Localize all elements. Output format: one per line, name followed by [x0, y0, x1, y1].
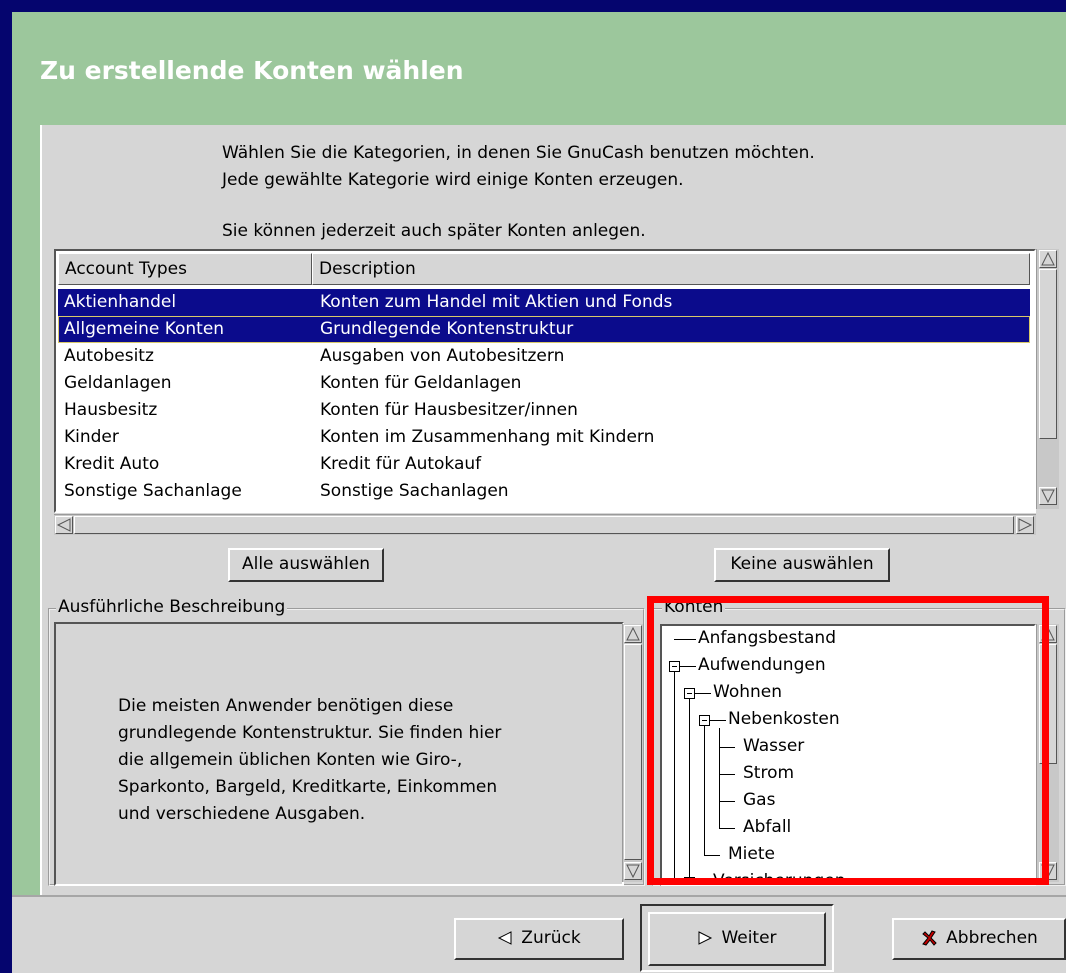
- scroll-up-arrow-icon[interactable]: [1039, 625, 1057, 643]
- tree-line: [695, 693, 711, 694]
- next-button-label: Weiter: [721, 928, 777, 948]
- scroll-thumb[interactable]: [1039, 644, 1057, 764]
- tree-line: [680, 666, 696, 667]
- scroll-right-arrow-icon[interactable]: [1016, 516, 1034, 534]
- back-arrow-icon: [498, 931, 512, 945]
- collapse-aufwendungen-icon[interactable]: [669, 661, 680, 672]
- cancel-button[interactable]: Abbrechen: [892, 918, 1066, 960]
- description-line: und verschiedene Ausgaben.: [118, 804, 366, 824]
- scroll-up-arrow-icon[interactable]: [624, 625, 642, 643]
- row-type: Kinder: [64, 427, 119, 447]
- collapse-nebenkosten-icon[interactable]: [699, 715, 710, 726]
- select-all-button[interactable]: Alle auswählen: [228, 548, 384, 582]
- tree-line: [710, 720, 726, 721]
- intro-line-2: Jede gewählte Kategorie wird einige Kont…: [222, 170, 684, 190]
- druid-window: Zu erstellende Konten wählen Wählen Sie …: [12, 12, 1066, 973]
- cancel-x-icon: [922, 930, 937, 946]
- row-type: Hausbesitz: [64, 400, 158, 420]
- intro-line-1: Wählen Sie die Kategorien, in denen Sie …: [222, 143, 815, 163]
- description-line: Die meisten Anwender benötigen diese: [118, 696, 454, 716]
- list-row-kredit-auto[interactable]: Kredit Auto Kredit für Autokauf: [58, 451, 1030, 478]
- description-line: die allgemein üblichen Konten wie Giro-,: [118, 750, 463, 770]
- tree-line: [719, 747, 735, 748]
- list-row-kinder[interactable]: Kinder Konten im Zusammenhang mit Kinder…: [58, 424, 1030, 451]
- row-desc: Grundlegende Kontenstruktur: [320, 319, 574, 339]
- list-row-allgemeine-konten[interactable]: Allgemeine Konten Grundlegende Kontenstr…: [58, 316, 1030, 343]
- description-scrollbar[interactable]: [622, 624, 643, 882]
- tree-line: [719, 801, 735, 802]
- list-horizontal-scrollbar[interactable]: [54, 514, 1036, 535]
- list-row-geldanlagen[interactable]: Geldanlagen Konten für Geldanlagen: [58, 370, 1030, 397]
- expand-versicherungen-icon[interactable]: [684, 877, 695, 884]
- tree-line: [689, 693, 690, 884]
- tree-item-strom[interactable]: Strom: [743, 763, 794, 783]
- row-type: Autobesitz: [64, 346, 154, 366]
- list-row-hausbesitz[interactable]: Hausbesitz Konten für Hausbesitzer/innen: [58, 397, 1030, 424]
- row-desc: Kredit für Autokauf: [320, 454, 482, 474]
- scroll-up-arrow-icon[interactable]: [1039, 250, 1057, 268]
- scroll-thumb[interactable]: [1039, 269, 1057, 439]
- tree-item-wohnen[interactable]: Wohnen: [713, 682, 782, 702]
- cancel-button-label: Abbrechen: [946, 928, 1038, 948]
- scroll-down-arrow-icon[interactable]: [1039, 487, 1057, 505]
- description-group-label: Ausführliche Beschreibung: [56, 597, 288, 617]
- account-types-list[interactable]: Account Types Description Aktienhandel K…: [54, 249, 1036, 513]
- tree-line: [719, 828, 735, 829]
- tree-item-abfall[interactable]: Abfall: [743, 817, 791, 837]
- page-title: Zu erstellende Konten wählen: [40, 56, 464, 85]
- druid-header: Zu erstellende Konten wählen: [12, 12, 1066, 125]
- select-none-button[interactable]: Keine auswählen: [714, 548, 890, 582]
- tree-line: [674, 639, 696, 640]
- tree-line: [704, 720, 705, 856]
- row-desc: Ausgaben von Autobesitzern: [320, 346, 565, 366]
- tree-item-nebenkosten[interactable]: Nebenkosten: [728, 709, 840, 729]
- list-vertical-scrollbar[interactable]: [1036, 249, 1059, 509]
- intro-line-3: Sie können jederzeit auch später Konten …: [222, 221, 646, 241]
- scroll-thumb[interactable]: [624, 644, 642, 860]
- accounts-tree[interactable]: Anfangsbestand Aufwendungen Wohnen Neben…: [660, 624, 1036, 886]
- column-header-description[interactable]: Description: [312, 253, 1030, 285]
- forward-arrow-icon: [698, 931, 713, 945]
- list-row-aktienhandel[interactable]: Aktienhandel Konten zum Handel mit Aktie…: [58, 289, 1030, 316]
- description-line: Sparkonto, Bargeld, Kreditkarte, Einkomm…: [118, 777, 498, 797]
- tree-item-gas[interactable]: Gas: [743, 790, 775, 810]
- tree-item-versicherungen[interactable]: Versicherungen: [713, 871, 845, 884]
- description-line: grundlegende Kontenstruktur. Sie finden …: [118, 723, 502, 743]
- row-type: Kredit Auto: [64, 454, 160, 474]
- row-desc: Konten im Zusammenhang mit Kindern: [320, 427, 655, 447]
- tree-line: [704, 855, 720, 856]
- description-text-area[interactable]: Die meisten Anwender benötigen diese gru…: [54, 622, 624, 886]
- back-button-label: Zurück: [521, 928, 581, 948]
- hscroll-thumb[interactable]: [74, 516, 1014, 534]
- tree-item-wasser[interactable]: Wasser: [743, 736, 804, 756]
- accounts-group-label: Konten: [662, 597, 726, 617]
- tree-item-anfangsbestand[interactable]: Anfangsbestand: [698, 628, 836, 648]
- scroll-down-arrow-icon[interactable]: [624, 862, 642, 880]
- footer-separator: [12, 895, 1066, 897]
- list-row-autobesitz[interactable]: Autobesitz Ausgaben von Autobesitzern: [58, 343, 1030, 370]
- tree-line: [674, 666, 675, 884]
- row-type: Geldanlagen: [64, 373, 172, 393]
- list-row-sonstige-sachanlage[interactable]: Sonstige Sachanlage Sonstige Sachanlagen: [58, 478, 1030, 505]
- column-header-account-types[interactable]: Account Types: [58, 253, 312, 285]
- accounts-scrollbar[interactable]: [1036, 624, 1059, 882]
- row-desc: Sonstige Sachanlagen: [320, 481, 509, 501]
- row-desc: Konten für Geldanlagen: [320, 373, 522, 393]
- scroll-left-arrow-icon[interactable]: [55, 516, 73, 534]
- collapse-wohnen-icon[interactable]: [684, 688, 695, 699]
- tree-line: [719, 774, 735, 775]
- scroll-down-arrow-icon[interactable]: [1039, 862, 1057, 880]
- row-type: Aktienhandel: [64, 292, 177, 312]
- next-button[interactable]: Weiter: [648, 912, 826, 966]
- row-type: Allgemeine Konten: [64, 319, 225, 339]
- back-button[interactable]: Zurück: [454, 918, 624, 960]
- row-desc: Konten für Hausbesitzer/innen: [320, 400, 578, 420]
- tree-item-miete[interactable]: Miete: [728, 844, 775, 864]
- row-type: Sonstige Sachanlage: [64, 481, 242, 501]
- tree-item-aufwendungen[interactable]: Aufwendungen: [698, 655, 826, 675]
- tree-line: [719, 728, 720, 828]
- side-strip: [12, 125, 40, 895]
- row-desc: Konten zum Handel mit Aktien und Fonds: [320, 292, 673, 312]
